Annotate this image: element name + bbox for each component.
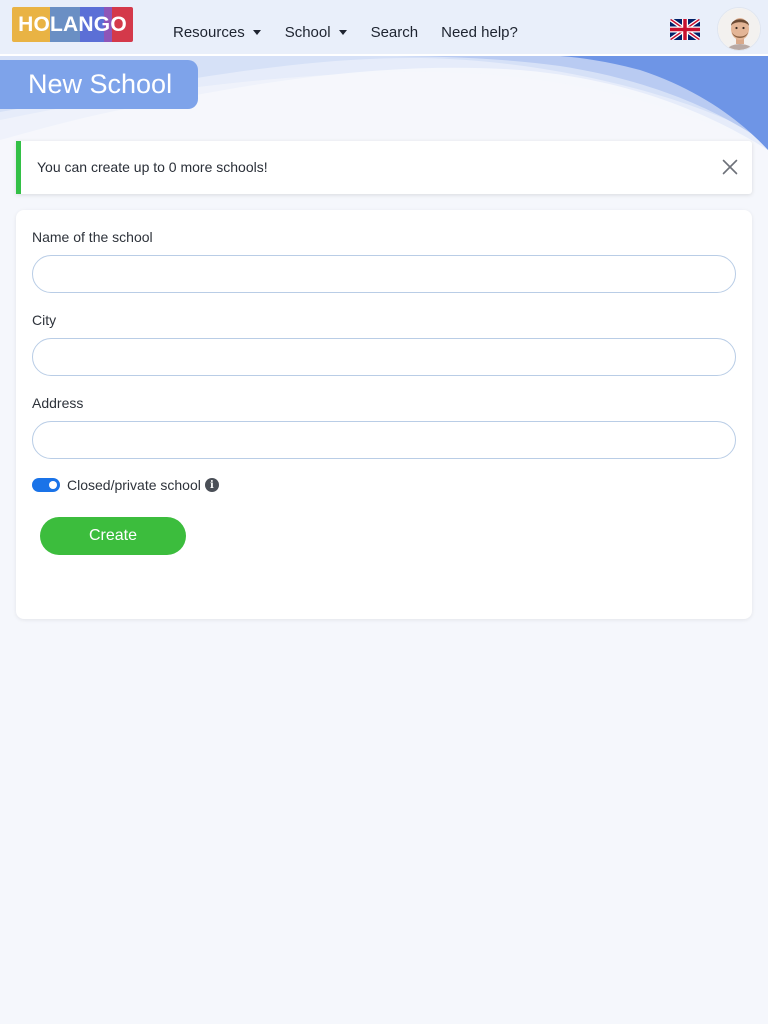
- nav-resources-label: Resources: [173, 24, 245, 41]
- holango-logo[interactable]: HOLANGO: [12, 7, 133, 42]
- main-nav: Resources School Search Need help?: [173, 24, 518, 42]
- uk-flag-icon[interactable]: [670, 19, 700, 40]
- private-school-label: Closed/private school: [67, 477, 201, 493]
- logo-text: HOLANGO: [18, 12, 127, 36]
- alert-message: You can create up to 0 more schools!: [37, 159, 268, 175]
- nav-search-label: Search: [370, 24, 419, 41]
- close-icon[interactable]: [722, 159, 738, 175]
- city-input[interactable]: [32, 338, 736, 376]
- caret-down-icon: [252, 29, 261, 35]
- nav-resources-dropdown[interactable]: Resources: [173, 24, 261, 42]
- caret-down-icon: [338, 29, 347, 35]
- nav-help-link[interactable]: Need help?: [441, 24, 518, 42]
- address-label: Address: [32, 395, 84, 411]
- school-name-label: Name of the school: [32, 229, 153, 245]
- top-navbar: HOLANGO Resources School Search Need hel…: [0, 0, 768, 56]
- info-icon[interactable]: i: [204, 478, 219, 492]
- nav-search-link[interactable]: Search: [371, 24, 419, 42]
- school-name-input[interactable]: [32, 255, 736, 293]
- user-avatar[interactable]: [717, 7, 761, 51]
- info-alert: You can create up to 0 more schools!: [16, 141, 752, 194]
- private-school-toggle[interactable]: [32, 478, 60, 492]
- new-school-form: Name of the school City Address Closed/p…: [16, 210, 752, 619]
- page-title: New School: [0, 60, 198, 109]
- toggle-knob: [49, 481, 57, 489]
- nav-school-label: School: [284, 24, 331, 41]
- create-button[interactable]: Create: [40, 517, 186, 555]
- nav-help-label: Need help?: [441, 24, 518, 41]
- private-school-row: Closed/private school i: [32, 477, 219, 493]
- nav-school-dropdown[interactable]: School: [285, 24, 347, 42]
- city-label: City: [32, 312, 57, 328]
- address-input[interactable]: [32, 421, 736, 459]
